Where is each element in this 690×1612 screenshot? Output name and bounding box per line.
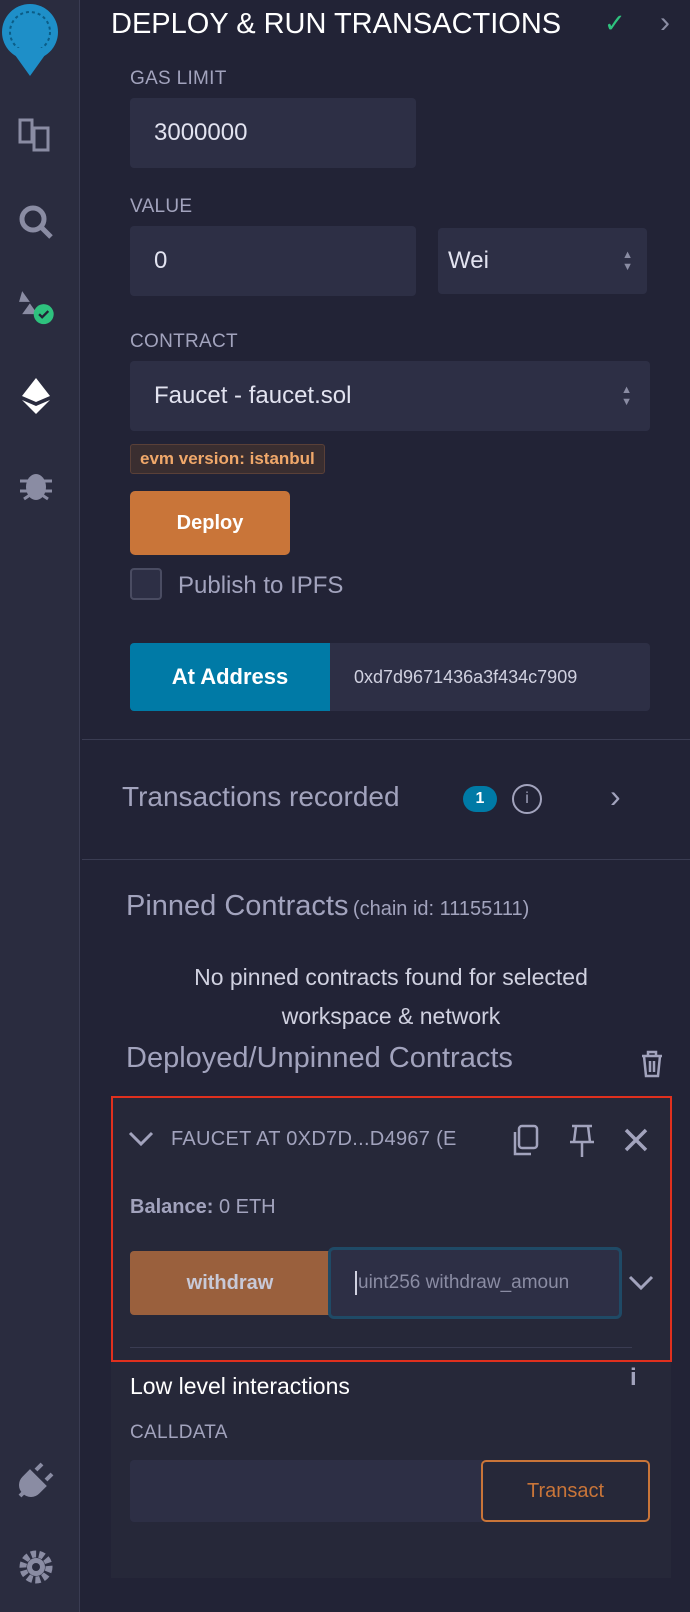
chevron-right-icon[interactable]: › — [610, 778, 621, 815]
low-level-label: Low level interactions — [130, 1373, 350, 1399]
plugin-manager-icon[interactable] — [16, 1460, 56, 1500]
contract-label: CONTRACT — [130, 331, 238, 352]
transact-button[interactable]: Transact — [481, 1460, 650, 1522]
input-placeholder: uint256 withdraw_amoun — [358, 1272, 570, 1293]
evm-version-badge: evm version: istanbul — [130, 444, 325, 474]
chevron-down-icon[interactable] — [628, 1274, 654, 1297]
page-title: DEPLOY & RUN TRANSACTIONS — [111, 8, 562, 40]
pinned-contracts-heading: Pinned Contracts (chain id: 11155111) — [126, 890, 529, 923]
withdraw-button[interactable]: withdraw — [130, 1251, 330, 1315]
calldata-input[interactable] — [130, 1460, 482, 1522]
select-arrows-icon: ▲ ▼ — [621, 384, 632, 408]
pin-icon[interactable] — [568, 1124, 596, 1163]
pinned-title: Pinned Contracts — [126, 890, 349, 922]
gas-limit-input[interactable]: 3000000 — [130, 98, 416, 168]
no-pinned-message: No pinned contracts found for selected wo… — [111, 958, 671, 1036]
transactions-recorded-label[interactable]: Transactions recorded — [122, 781, 400, 813]
divider — [82, 739, 690, 740]
value-input[interactable]: 0 — [130, 226, 416, 296]
publish-ipfs-checkbox[interactable] — [130, 568, 162, 600]
gas-limit-label: GAS LIMIT — [130, 68, 227, 89]
chevron-right-icon[interactable]: › — [660, 6, 670, 40]
no-pinned-line: workspace & network — [281, 1003, 501, 1029]
file-explorer-icon[interactable] — [16, 114, 56, 154]
settings-gear-icon[interactable] — [16, 1547, 56, 1587]
icon-sidebar — [0, 0, 80, 1612]
deploy-button[interactable]: Deploy — [130, 491, 290, 555]
balance-value: 0 ETH — [218, 1196, 276, 1218]
balance-label: Balance: — [130, 1196, 214, 1218]
debugger-icon[interactable] — [16, 463, 56, 503]
search-icon[interactable] — [16, 202, 56, 242]
at-address-button[interactable]: At Address — [130, 643, 330, 711]
divider — [130, 1347, 632, 1348]
instance-title[interactable]: FAUCET AT 0XD7D...D4967 (E — [171, 1128, 457, 1151]
select-arrows-icon: ▲ ▼ — [622, 249, 633, 273]
chevron-down-icon[interactable] — [128, 1124, 154, 1155]
publish-ipfs-label: Publish to IPFS — [178, 572, 344, 599]
transactions-count-badge: 1 — [463, 786, 497, 812]
copy-icon[interactable] — [510, 1124, 540, 1163]
no-pinned-line: No pinned contracts found for selected — [194, 964, 588, 990]
withdraw-amount-input[interactable]: uint256 withdraw_amoun — [328, 1247, 622, 1319]
remix-logo-icon[interactable] — [0, 0, 64, 78]
at-address-input[interactable]: 0xd7d9671436a3f434c7909 — [330, 643, 650, 711]
close-icon[interactable] — [624, 1128, 648, 1157]
trash-icon[interactable] — [640, 1050, 664, 1083]
info-icon[interactable]: i — [512, 784, 542, 814]
calldata-label: CALLDATA — [130, 1422, 228, 1443]
contract-select[interactable]: Faucet - faucet.sol ▲ ▼ — [130, 361, 650, 431]
contract-select-text: Faucet - faucet.sol — [154, 382, 352, 409]
balance: Balance: 0 ETH — [130, 1196, 276, 1219]
check-icon: ✓ — [604, 8, 626, 38]
deployed-contracts-heading: Deployed/Unpinned Contracts — [126, 1042, 513, 1074]
text-cursor — [355, 1271, 357, 1295]
value-unit-text: Wei — [448, 247, 489, 274]
deploy-run-icon[interactable] — [16, 376, 56, 416]
value-unit-select[interactable]: Wei ▲ ▼ — [438, 228, 647, 294]
value-label: VALUE — [130, 196, 193, 217]
solidity-compiler-icon[interactable] — [16, 288, 56, 328]
divider — [82, 859, 690, 860]
pinned-chain-id: (chain id: 11155111) — [352, 898, 530, 920]
info-icon[interactable]: i — [630, 1364, 637, 1392]
